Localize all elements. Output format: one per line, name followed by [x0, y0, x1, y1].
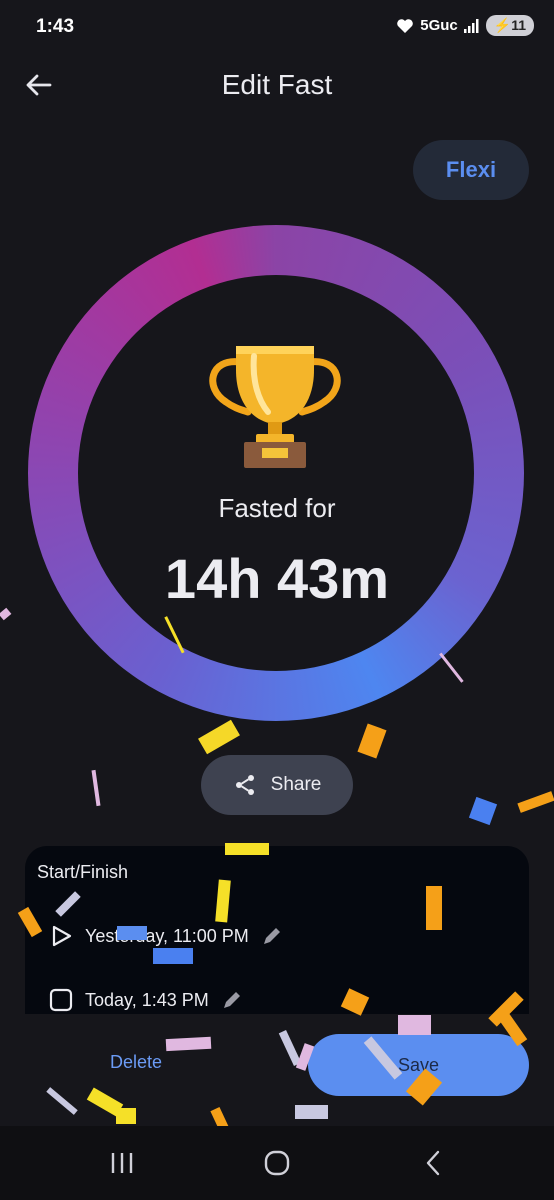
play-icon	[52, 925, 72, 947]
plan-badge-button[interactable]: Flexi	[413, 140, 529, 200]
system-nav-bar	[0, 1126, 554, 1200]
home-icon	[264, 1150, 290, 1176]
battery-level: 11	[511, 17, 526, 33]
start-finish-card: Start/Finish Yesterday, 11:00 PM Today, …	[25, 846, 529, 1014]
status-bar: 1:43 5Guc ⚡11	[0, 0, 554, 54]
card-title: Start/Finish	[37, 862, 129, 882]
app-bar: Edit Fast	[0, 55, 554, 115]
fasted-label: Fasted for	[218, 493, 336, 523]
finish-time-value: Today, 1:43 PM	[85, 989, 209, 1010]
stop-icon	[49, 988, 73, 1012]
recents-icon	[111, 1153, 133, 1173]
share-label: Share	[270, 774, 322, 795]
trophy-icon	[209, 346, 341, 468]
share-button[interactable]: Share	[201, 755, 353, 815]
pencil-icon[interactable]	[261, 925, 283, 947]
signal-icon	[463, 18, 479, 33]
share-icon	[235, 775, 254, 795]
nav-back-icon	[426, 1150, 440, 1176]
start-time-row[interactable]: Yesterday, 11:00 PM	[49, 924, 283, 948]
start-time-value: Yesterday, 11:00 PM	[85, 925, 249, 946]
finish-time-row[interactable]: Today, 1:43 PM	[49, 988, 243, 1012]
save-button[interactable]: Save	[308, 1034, 529, 1096]
status-indicators: 5Guc ⚡11	[396, 15, 534, 36]
fasted-duration: 14h 43m	[164, 547, 390, 610]
progress-ring-inner	[78, 275, 474, 671]
home-button[interactable]	[257, 1146, 297, 1180]
page-title: Edit Fast	[221, 69, 333, 100]
battery-badge: ⚡11	[485, 15, 534, 36]
nav-back-button[interactable]	[413, 1146, 453, 1180]
heart-icon	[397, 18, 414, 33]
status-time: 1:43	[36, 16, 75, 37]
pencil-icon[interactable]	[221, 989, 243, 1011]
progress-ring	[28, 225, 524, 721]
network-label: 5Guc	[420, 17, 458, 34]
delete-button[interactable]: Delete	[90, 1052, 182, 1076]
recents-button[interactable]	[102, 1146, 142, 1180]
